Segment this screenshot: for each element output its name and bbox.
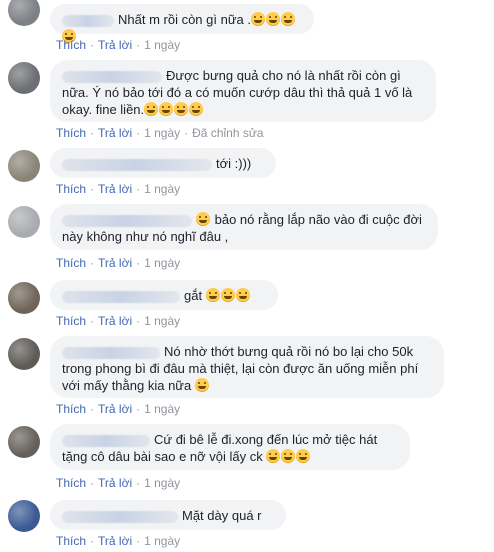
timestamp[interactable]: 1 ngày	[144, 534, 180, 548]
timestamp[interactable]: 1 ngày	[144, 38, 180, 52]
comment-actions: Thích · Trả lời · 1 ngày	[56, 38, 181, 52]
commenter-name[interactable]	[62, 434, 150, 447]
comment-actions: Thích · Trả lời · 1 ngày	[56, 182, 181, 196]
commenter-name[interactable]	[62, 510, 178, 523]
avatar[interactable]	[8, 426, 40, 458]
reply-link[interactable]: Trả lời	[98, 182, 132, 196]
comment-bubble: tới :)))	[50, 148, 276, 178]
commenter-name[interactable]	[62, 158, 212, 171]
comment-actions: Thích · Trả lời · 1 ngày	[56, 402, 181, 416]
comment-actions: Thích · Trả lời · 1 ngày	[56, 314, 181, 328]
like-link[interactable]: Thích	[56, 256, 86, 270]
laughing-emoji-icon	[205, 288, 251, 303]
commenter-name[interactable]	[62, 70, 162, 83]
like-link[interactable]: Thích	[56, 534, 86, 548]
comment-text: Mặt dày quá r	[182, 508, 262, 523]
reply-link[interactable]: Trả lời	[98, 534, 132, 548]
like-link[interactable]: Thích	[56, 182, 86, 196]
timestamp[interactable]: 1 ngày	[144, 402, 180, 416]
comment-bubble: Mặt dày quá r	[50, 500, 286, 530]
smiling-emoji-icon	[196, 212, 211, 227]
comment-text: tới :)))	[216, 156, 252, 171]
like-link[interactable]: Thích	[56, 38, 86, 52]
avatar[interactable]	[8, 500, 40, 532]
edited-label[interactable]: Đã chỉnh sửa	[192, 126, 263, 140]
reply-link[interactable]: Trả lời	[98, 256, 132, 270]
timestamp[interactable]: 1 ngày	[144, 476, 180, 490]
rofl-emoji-icon	[194, 378, 210, 393]
comment-bubble: gắt	[50, 280, 278, 310]
like-link[interactable]: Thích	[56, 402, 86, 416]
like-link[interactable]: Thích	[56, 126, 86, 140]
winking-tongue-emoji-icon	[266, 449, 311, 464]
comment-bubble: Nhất m rồi còn gì nữa .	[50, 4, 314, 43]
reply-link[interactable]: Trả lời	[98, 476, 132, 490]
commenter-name[interactable]	[62, 346, 160, 359]
comment-actions: Thích · Trả lời · 1 ngày	[56, 256, 181, 270]
comment-bubble: Cứ đi bê lễ đi.xong đến lúc mở tiệc hát …	[50, 424, 410, 470]
reply-link[interactable]: Trả lời	[98, 126, 132, 140]
reply-link[interactable]: Trả lời	[98, 38, 132, 52]
timestamp[interactable]: 1 ngày	[144, 314, 180, 328]
avatar[interactable]	[8, 282, 40, 314]
like-link[interactable]: Thích	[56, 314, 86, 328]
comment-bubble: Nó nhờ thớt bưng quả rồi nó bo lại cho 5…	[50, 336, 444, 398]
comment-text: Nhất m rồi còn gì nữa .	[118, 12, 251, 27]
avatar[interactable]	[8, 206, 40, 238]
avatar[interactable]	[8, 150, 40, 182]
comment-bubble: bảo nó rằng lắp não vào đi cuộc đời này …	[50, 204, 438, 250]
laughing-emoji-icon	[144, 102, 204, 117]
commenter-name[interactable]	[62, 214, 192, 227]
comment-text: gắt	[184, 288, 203, 303]
avatar[interactable]	[8, 0, 40, 26]
like-link[interactable]: Thích	[56, 476, 86, 490]
reply-link[interactable]: Trả lời	[98, 314, 132, 328]
comment-actions: Thích · Trả lời · 1 ngày	[56, 534, 181, 548]
reply-link[interactable]: Trả lời	[98, 402, 132, 416]
timestamp[interactable]: 1 ngày	[144, 126, 180, 140]
commenter-name[interactable]	[62, 14, 114, 27]
avatar[interactable]	[8, 338, 40, 370]
timestamp[interactable]: 1 ngày	[144, 256, 180, 270]
timestamp[interactable]: 1 ngày	[144, 182, 180, 196]
comment-actions: Thích · Trả lời · 1 ngày · Đã chỉnh sửa	[56, 126, 264, 140]
commenter-name[interactable]	[62, 290, 180, 303]
avatar[interactable]	[8, 62, 40, 94]
comment-bubble: Được bưng quả cho nó là nhất rồi còn gì …	[50, 60, 436, 122]
comment-actions: Thích · Trả lời · 1 ngày	[56, 476, 181, 490]
